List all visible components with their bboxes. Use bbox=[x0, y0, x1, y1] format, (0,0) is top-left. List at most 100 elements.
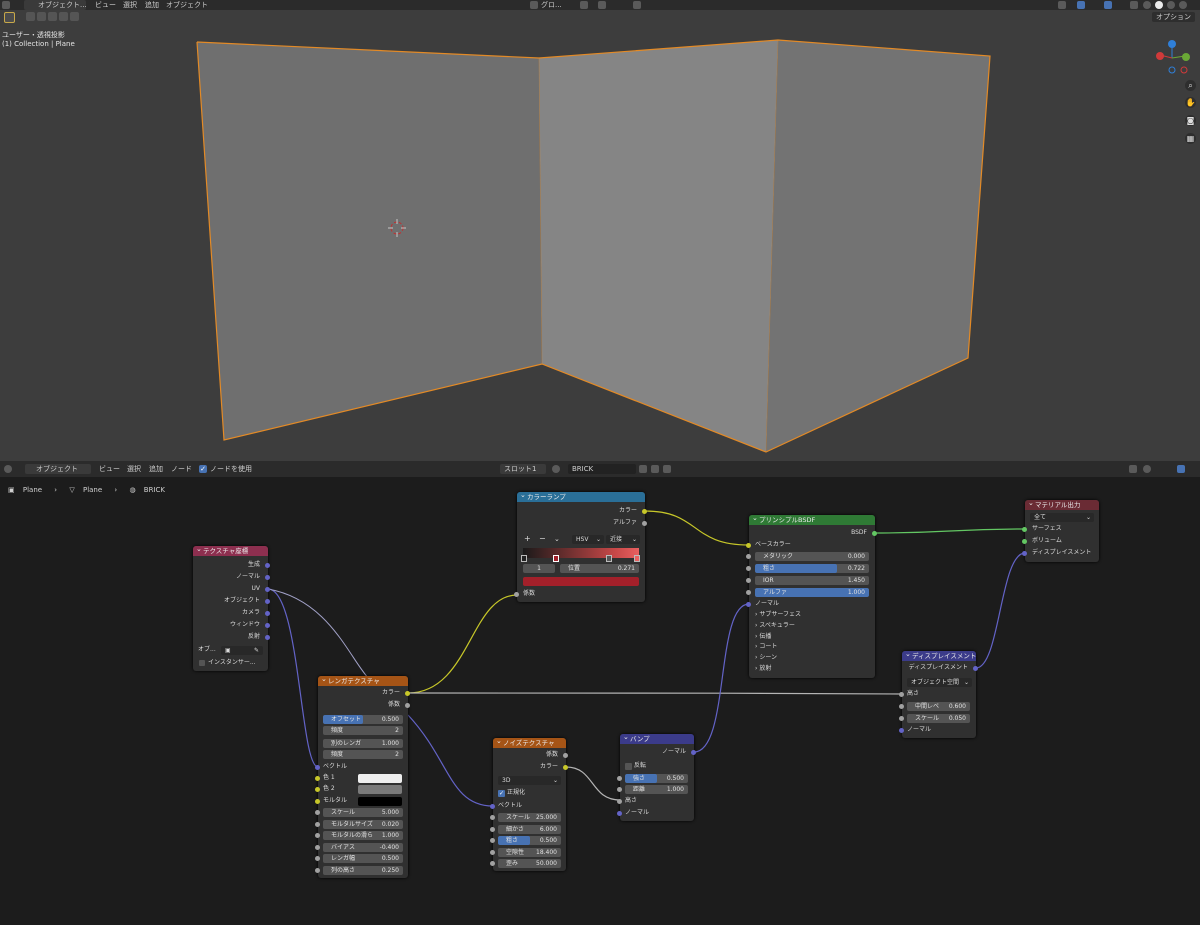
panel-emission[interactable]: › 放射 bbox=[755, 664, 771, 674]
stop-color-swatch[interactable] bbox=[523, 577, 639, 586]
node-menu-add[interactable]: 追加 bbox=[149, 461, 163, 477]
socket[interactable] bbox=[617, 787, 622, 792]
socket[interactable] bbox=[642, 509, 647, 514]
socket[interactable] bbox=[899, 704, 904, 709]
panel-coat[interactable]: › コート bbox=[755, 642, 777, 652]
pin-icon[interactable] bbox=[679, 465, 687, 473]
field-scale[interactable]: スケール 5.000 bbox=[323, 808, 403, 817]
node-menu-node[interactable]: ノード bbox=[171, 461, 192, 477]
socket[interactable] bbox=[315, 776, 320, 781]
field-scale[interactable]: スケール 0.050 bbox=[907, 714, 970, 723]
socket[interactable] bbox=[315, 799, 320, 804]
mortar-swatch[interactable] bbox=[358, 797, 402, 806]
grid-icon[interactable]: ▦ bbox=[1185, 133, 1196, 144]
socket[interactable] bbox=[514, 592, 519, 597]
menu-select[interactable]: 選択 bbox=[123, 0, 137, 10]
socket[interactable] bbox=[265, 635, 270, 640]
socket[interactable] bbox=[315, 765, 320, 770]
select-invert-icon[interactable] bbox=[59, 12, 68, 21]
material-browse-icon[interactable] bbox=[552, 465, 560, 473]
duplicate-icon[interactable] bbox=[651, 465, 659, 473]
socket[interactable] bbox=[405, 703, 410, 708]
socket[interactable] bbox=[490, 804, 495, 809]
node-color-ramp[interactable]: カラーランプ カラー アルファ + − ⌄ HSV ⌄ 近接 ⌄ 1 位置 0.2… bbox=[514, 490, 647, 602]
socket[interactable] bbox=[617, 799, 622, 804]
normalize-checkbox[interactable]: ✓ bbox=[498, 790, 505, 797]
transform-orientation-label[interactable]: グロ... bbox=[541, 0, 562, 10]
field-alpha[interactable]: アルファ 1.000 bbox=[755, 588, 869, 597]
field-detail[interactable]: 細かさ 6.000 bbox=[498, 825, 561, 834]
color-mode-select[interactable]: HSV ⌄ bbox=[572, 535, 604, 544]
pivot-icon[interactable] bbox=[580, 1, 588, 9]
socket[interactable] bbox=[315, 822, 320, 827]
ramp-stop[interactable] bbox=[606, 555, 612, 562]
color2-swatch[interactable] bbox=[358, 785, 402, 794]
field-squash-frequency[interactable]: 頻度 2 bbox=[323, 750, 403, 759]
socket[interactable] bbox=[872, 531, 877, 536]
transform-orientation-icon[interactable] bbox=[530, 1, 538, 9]
position-field[interactable]: 位置 0.271 bbox=[560, 564, 639, 573]
socket[interactable] bbox=[899, 728, 904, 733]
socket[interactable] bbox=[899, 692, 904, 697]
visibility-icon[interactable] bbox=[1058, 1, 1066, 9]
use-nodes-checkbox[interactable]: ✓ bbox=[199, 465, 207, 473]
field-squash[interactable]: 別のレンガ 1.000 bbox=[323, 739, 403, 748]
field-mortar-smooth[interactable]: モルタルの滑ら 1.000 bbox=[323, 831, 403, 840]
options-button[interactable]: オプション bbox=[1152, 12, 1195, 22]
node-bump[interactable]: バンプ ノーマル 反転 強さ 0.500 距離 1.000 高さ ノーマル bbox=[617, 732, 696, 821]
field-mortar-size[interactable]: モルタルサイズ 0.020 bbox=[323, 820, 403, 829]
socket[interactable] bbox=[617, 776, 622, 781]
socket[interactable] bbox=[265, 563, 270, 568]
socket[interactable] bbox=[315, 856, 320, 861]
3d-viewport[interactable] bbox=[0, 10, 1200, 461]
ramp-stop[interactable] bbox=[553, 555, 559, 562]
field-midlevel[interactable]: 中間レベ 0.600 bbox=[907, 702, 970, 711]
node-brick-texture[interactable]: レンガテクスチャ カラー 係数 オフセット 0.500 頻度 2 別のレンガ 1.00… bbox=[315, 674, 410, 878]
field-scale[interactable]: スケール 25.000 bbox=[498, 813, 561, 822]
snap-icon[interactable] bbox=[598, 1, 606, 9]
socket[interactable] bbox=[617, 811, 622, 816]
shading-material-icon[interactable] bbox=[1167, 1, 1175, 9]
instancer-checkbox[interactable] bbox=[199, 660, 205, 666]
stop-index-field[interactable]: 1 bbox=[523, 564, 555, 573]
panel-transmission[interactable]: › 伝播 bbox=[755, 632, 771, 642]
unlink-icon[interactable] bbox=[663, 465, 671, 473]
socket[interactable] bbox=[490, 850, 495, 855]
panel-specular[interactable]: › スペキュラー bbox=[755, 621, 795, 631]
space-select[interactable]: オブジェクト空間 ⌄ bbox=[907, 678, 972, 687]
invert-checkbox[interactable] bbox=[625, 763, 632, 770]
socket[interactable] bbox=[563, 753, 568, 758]
fake-user-icon[interactable] bbox=[639, 465, 647, 473]
select-tool-icon[interactable] bbox=[4, 12, 15, 23]
field-brick-width[interactable]: レンガ幅 0.500 bbox=[323, 854, 403, 863]
field-offset[interactable]: オフセット 0.500 bbox=[323, 715, 403, 724]
remove-stop-button[interactable]: − bbox=[539, 534, 546, 544]
navigation-gizmo[interactable] bbox=[1156, 40, 1190, 74]
socket[interactable] bbox=[405, 691, 410, 696]
field-strength[interactable]: 強さ 0.500 bbox=[625, 774, 688, 783]
node-texture-coordinate[interactable]: テクスチャ座標 生成 ノーマル UV オブジェクト カメラ ウィンドウ 反射 オ… bbox=[193, 544, 270, 671]
socket[interactable] bbox=[899, 716, 904, 721]
socket[interactable] bbox=[315, 833, 320, 838]
socket[interactable] bbox=[746, 543, 751, 548]
shading-render-icon[interactable] bbox=[1179, 1, 1187, 9]
socket[interactable] bbox=[265, 599, 270, 604]
field-row-height[interactable]: 列の高さ 0.250 bbox=[323, 866, 403, 875]
socket[interactable] bbox=[1022, 527, 1027, 532]
socket[interactable] bbox=[563, 765, 568, 770]
dimension-select[interactable]: 3D ⌄ bbox=[498, 776, 561, 785]
socket[interactable] bbox=[746, 554, 751, 559]
ramp-menu-button[interactable]: ⌄ bbox=[554, 534, 560, 544]
socket[interactable] bbox=[746, 602, 751, 607]
select-new-icon[interactable] bbox=[26, 12, 35, 21]
field-ior[interactable]: IOR 1.450 bbox=[755, 576, 869, 585]
editor-type-icon[interactable] bbox=[4, 465, 12, 473]
interpolation-select[interactable]: 近接 ⌄ bbox=[606, 535, 640, 544]
field-roughness[interactable]: 粗さ 0.500 bbox=[498, 836, 561, 845]
ramp-stop[interactable] bbox=[634, 555, 640, 562]
socket[interactable] bbox=[490, 838, 495, 843]
socket[interactable] bbox=[315, 868, 320, 873]
socket[interactable] bbox=[746, 566, 751, 571]
socket[interactable] bbox=[642, 521, 647, 526]
node-menu-view[interactable]: ビュー bbox=[99, 461, 120, 477]
